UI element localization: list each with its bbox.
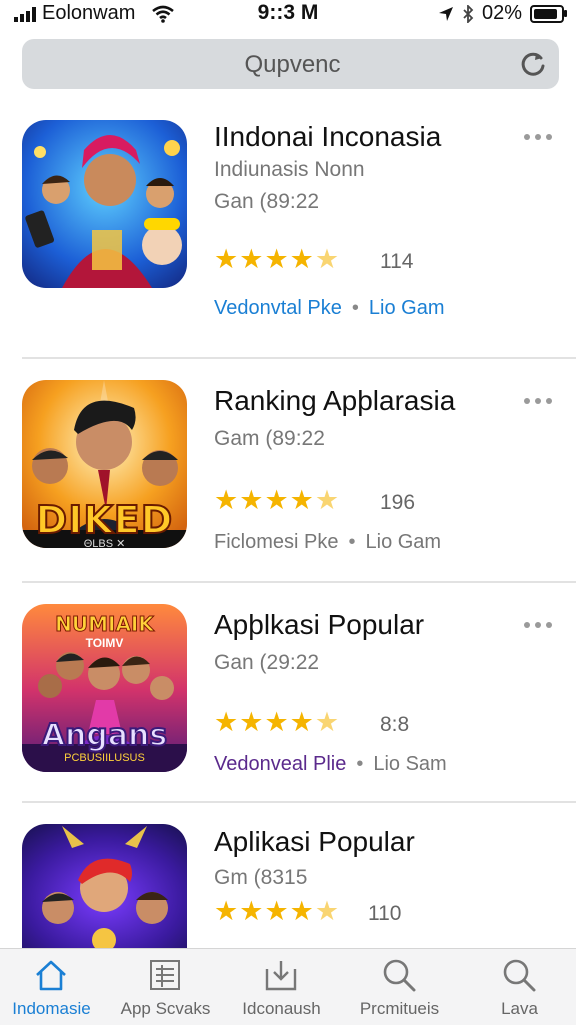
search-icon [503, 959, 536, 992]
tab-label: Lava [501, 999, 538, 1018]
star-half-icon: ★ [314, 896, 340, 926]
battery-icon [530, 4, 567, 23]
app-links: Ficlomesi Pke • Lio Gam [214, 531, 441, 554]
star-full-icon: ★ [264, 896, 289, 926]
tab-label: Indomasie [12, 999, 91, 1018]
divider [22, 581, 576, 583]
star-full-icon: ★ [289, 896, 314, 926]
tab-bar: Indomasie App Scvaks Idconaush Prcmituei… [0, 948, 576, 1025]
status-bar: Eolonwam 9::3 M 02% [0, 0, 576, 28]
separator-dot: • [351, 297, 359, 319]
app-icon[interactable] [22, 120, 187, 288]
star-full-icon: ★ [239, 244, 264, 274]
more-options-icon[interactable] [524, 396, 552, 406]
app-icon-subtext: PCBUSIILUSUS [64, 752, 145, 764]
search-input[interactable] [22, 39, 563, 91]
star-full-icon: ★ [239, 896, 264, 926]
app-meta: Gm (8315 [214, 866, 308, 889]
star-half-icon: ★ [314, 244, 340, 274]
home-icon [36, 960, 66, 991]
app-meta: Gan (89:22 [214, 190, 320, 213]
app-title[interactable]: Aplikasi Popular [214, 826, 415, 858]
refresh-icon[interactable] [519, 50, 547, 78]
app-icon-text: DIKED [35, 497, 174, 543]
rating-count: 110 [368, 902, 402, 925]
battery-percent: 02% [481, 2, 522, 24]
star-full-icon: ★ [214, 707, 239, 737]
app-meta: Gam (89:22 [214, 427, 325, 450]
separator-dot: • [356, 753, 364, 775]
app-meta: Gan (29:22 [214, 651, 320, 674]
tab-label: Prcmitueis [359, 999, 440, 1018]
star-full-icon: ★ [214, 896, 239, 926]
developer-link[interactable]: Vedonveal Plie [214, 753, 346, 775]
star-full-icon: ★ [264, 244, 289, 274]
star-full-icon: ★ [289, 485, 314, 515]
star-full-icon: ★ [239, 707, 264, 737]
star-half-icon: ★ [314, 707, 340, 737]
bluetooth-icon [463, 4, 474, 23]
app-icon-toptext: NUMIAIK [55, 612, 155, 637]
rating-stars: ★ ★ ★ ★ ★ [214, 246, 339, 273]
app-icon-toptext2: TOIMV [85, 636, 124, 650]
download-icon [265, 961, 297, 991]
app-icon[interactable]: NUMIAIK TOIMV Angans PCBUSIILUSUS [22, 604, 187, 772]
app-title[interactable]: IIndonai Inconasia [214, 121, 441, 153]
divider [22, 801, 576, 803]
tab-label: Idconaush [242, 999, 321, 1018]
app-subtitle: Indiunasis Nonn [214, 158, 365, 181]
tab-indomasie[interactable]: Indomasie [0, 949, 109, 1025]
star-half-icon: ★ [314, 485, 340, 515]
search-icon [383, 959, 416, 992]
star-full-icon: ★ [289, 244, 314, 274]
developer-link[interactable]: Ficlomesi Pke [214, 531, 338, 553]
developer-link[interactable]: Vedonvtal Pke [214, 297, 342, 319]
app-icon[interactable] [22, 824, 187, 948]
star-full-icon: ★ [214, 485, 239, 515]
tab-app-scvaks[interactable]: App Scvaks [108, 949, 223, 1025]
star-full-icon: ★ [289, 707, 314, 737]
category-link[interactable]: Lio Gam [366, 531, 442, 553]
app-icon-text: Angans [41, 717, 169, 754]
rating-count: 114 [380, 250, 414, 273]
battery-fill [534, 8, 558, 19]
app-icon-subtext: ΘLBS ✕ [83, 538, 126, 548]
search-bar [22, 39, 563, 91]
tab-prcmitueis[interactable]: Prcmitueis [342, 949, 457, 1025]
star-full-icon: ★ [239, 485, 264, 515]
app-links: Vedonvtal Pke • Lio Gam [214, 297, 444, 320]
rating-stars: ★ ★ ★ ★ ★ [214, 709, 339, 736]
rating-count: 196 [380, 491, 416, 514]
tab-lava[interactable]: Lava [462, 949, 576, 1025]
rating-stars: ★ ★ ★ ★ ★ [214, 898, 339, 925]
tab-label: App Scvaks [120, 999, 211, 1018]
divider [22, 357, 576, 359]
app-title[interactable]: Apþlkasi Popular [214, 609, 424, 641]
location-icon [438, 6, 453, 21]
app-icon[interactable]: DIKED ΘLBS ✕ [22, 380, 187, 548]
more-options-icon[interactable] [524, 620, 552, 630]
star-full-icon: ★ [264, 485, 289, 515]
app-links: Vedonveal Plie • Lio Sam [214, 753, 447, 776]
separator-dot: • [348, 531, 356, 553]
category-link[interactable]: Lio Sam [373, 753, 446, 775]
star-full-icon: ★ [214, 244, 239, 274]
star-full-icon: ★ [264, 707, 289, 737]
status-right: 02% [438, 2, 567, 25]
tab-idconaush[interactable]: Idconaush [224, 949, 339, 1025]
more-options-icon[interactable] [524, 132, 552, 142]
list-icon [150, 960, 180, 990]
category-link[interactable]: Lio Gam [369, 297, 445, 319]
rating-count: 8:8 [380, 713, 410, 736]
rating-stars: ★ ★ ★ ★ ★ [214, 487, 339, 514]
app-title[interactable]: Ranking Apþlarasia [214, 385, 455, 417]
